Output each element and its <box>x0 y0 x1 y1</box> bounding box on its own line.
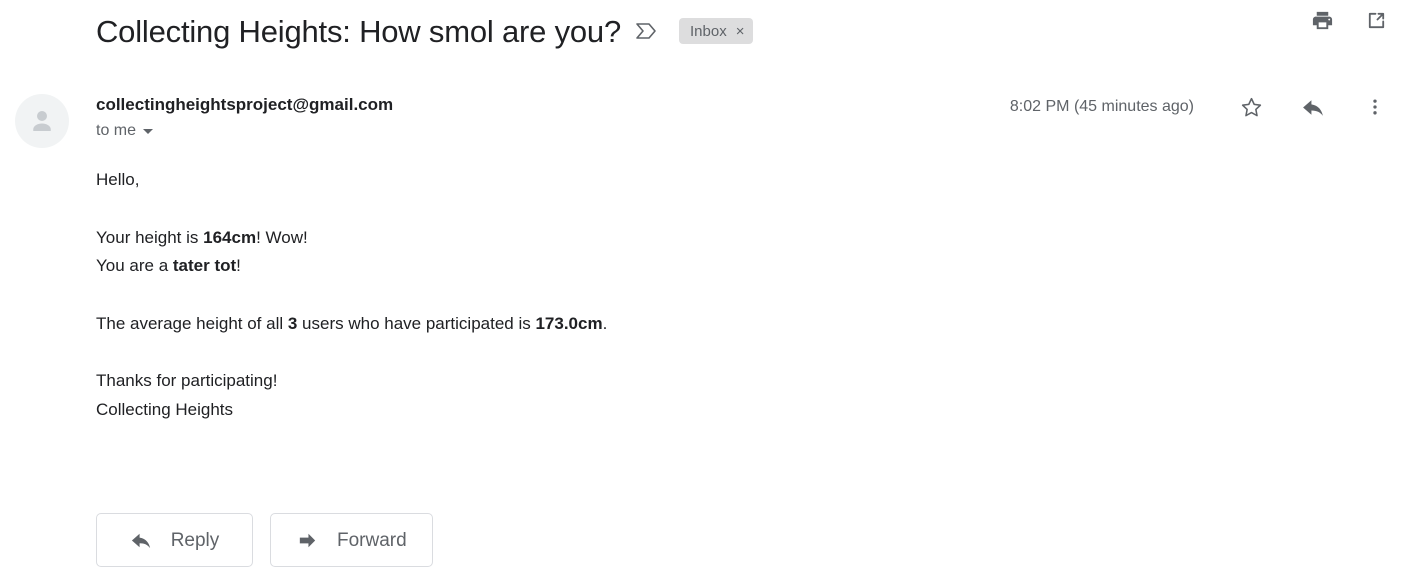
page-title: Collecting Heights: How smol are you? <box>96 13 622 49</box>
height-line-suffix: ! Wow! <box>256 227 308 247</box>
message-header: collectingheightsproject@gmail.com to me… <box>0 88 1406 154</box>
print-icon[interactable] <box>1310 8 1334 32</box>
star-outline-icon[interactable] <box>1238 94 1264 120</box>
message-timestamp: 8:02 PM (45 minutes ago) <box>1009 98 1194 115</box>
avatar <box>15 94 69 148</box>
body-average-line: The average height of all 3 users who ha… <box>96 310 1196 339</box>
more-vertical-icon[interactable] <box>1362 94 1388 120</box>
sender-info: collectingheightsproject@gmail.com to me <box>96 94 393 140</box>
recipient-row[interactable]: to me <box>96 122 393 140</box>
message-action-buttons: Reply Forward <box>96 513 433 567</box>
height-value: 164cm <box>203 227 257 247</box>
chevron-down-icon[interactable] <box>143 128 154 134</box>
category-line-suffix: ! <box>236 256 241 275</box>
message-body: Hello, Your height is 164cm! Wow! You ar… <box>96 166 1196 424</box>
subject-header-left: Collecting Heights: How smol are you? In… <box>96 13 754 49</box>
body-category-line: You are a tater tot! <box>96 252 1196 281</box>
inbox-label-chip[interactable]: Inbox × <box>679 18 754 44</box>
height-line-prefix: Your height is <box>96 227 204 247</box>
forward-button-label: Forward <box>337 529 407 551</box>
reply-arrow-icon <box>130 529 153 552</box>
inbox-label-text: Inbox <box>690 22 727 40</box>
average-user-count: 3 <box>287 313 298 333</box>
body-height-line: Your height is 164cm! Wow! <box>96 224 1196 253</box>
category-value: tater tot <box>172 256 237 275</box>
sender-email[interactable]: collectingheightsproject@gmail.com <box>96 94 393 116</box>
reply-arrow-icon[interactable] <box>1300 94 1326 120</box>
subject-header: Collecting Heights: How smol are you? In… <box>0 0 1406 62</box>
average-prefix: The average height of all <box>96 313 288 333</box>
body-greeting: Hello, <box>96 170 140 189</box>
forward-arrow-icon <box>296 529 319 552</box>
label-arrow-icon <box>635 21 657 41</box>
message-actions: 8:02 PM (45 minutes ago) <box>1010 94 1388 120</box>
body-signature: Collecting Heights <box>96 399 234 419</box>
email-thread-view: Collecting Heights: How smol are you? In… <box>0 0 1406 582</box>
header-actions <box>1310 8 1388 32</box>
body-thanks: Thanks for participating! <box>96 371 278 390</box>
recipient-label: to me <box>96 122 137 139</box>
remove-label-icon[interactable]: × <box>736 24 745 39</box>
average-middle: users who have participated is <box>297 313 536 333</box>
average-suffix: . <box>602 313 608 333</box>
forward-button[interactable]: Forward <box>270 513 433 567</box>
category-line-prefix: You are a <box>96 256 173 275</box>
reply-button-label: Reply <box>170 529 220 551</box>
open-in-new-window-icon[interactable] <box>1364 8 1388 32</box>
person-avatar-icon <box>33 111 51 131</box>
average-value: 173.0cm <box>535 313 603 333</box>
reply-button[interactable]: Reply <box>96 513 253 567</box>
